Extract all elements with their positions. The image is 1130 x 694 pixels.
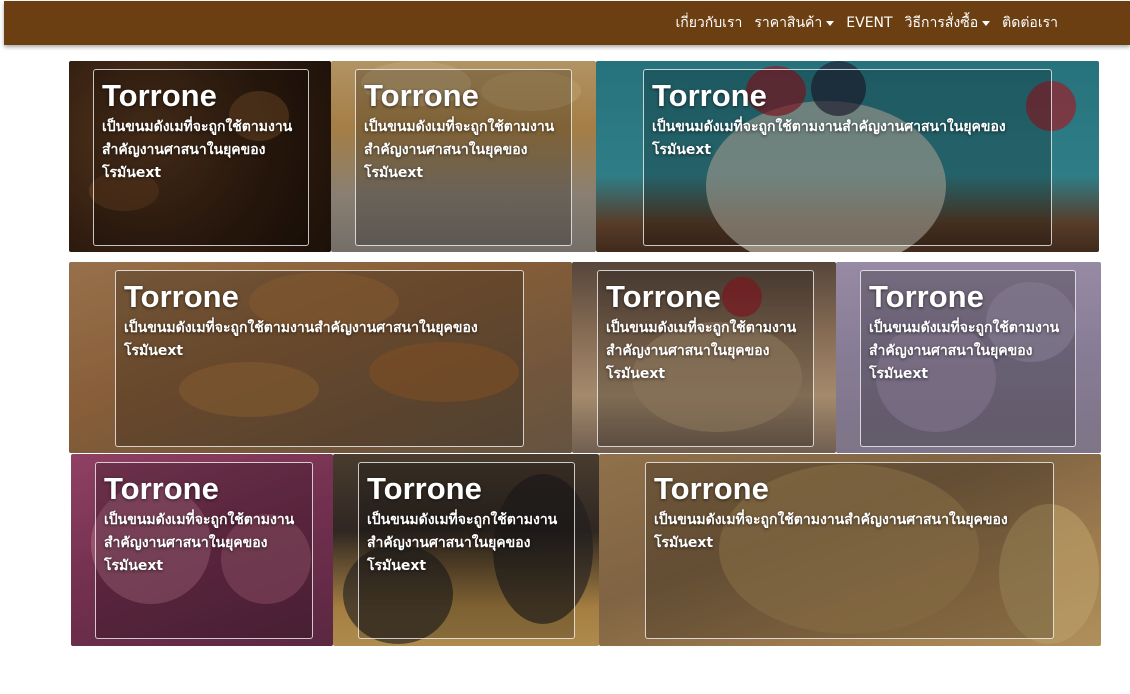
- tile-description: เป็นขนมดังเมที่จะถูกใช้ตามงานสำคัญงานศาส…: [102, 119, 293, 181]
- tile-title: Torrone: [124, 279, 239, 314]
- nav-item-prices[interactable]: ราคาสินค้า: [754, 12, 835, 34]
- nav-item-about[interactable]: เกี่ยวกับเรา: [675, 12, 742, 34]
- tile-title: Torrone: [104, 471, 219, 506]
- product-tile-bread-rolls[interactable]: Torrone เป็นขนมดังเมที่จะถูกใช้ตามงานสำค…: [331, 61, 596, 252]
- product-tile-berry-yogurt[interactable]: Torrone เป็นขนมดังเมที่จะถูกใช้ตามงานสำค…: [596, 61, 1099, 252]
- top-navbar: เกี่ยวกับเรา ราคาสินค้า EVENT วิธีการสั่…: [4, 1, 1130, 45]
- tile-description: เป็นขนมดังเมที่จะถูกใช้ตามงานสำคัญงานศาส…: [367, 512, 558, 574]
- tile-title: Torrone: [869, 279, 984, 314]
- tile-title: Torrone: [654, 471, 769, 506]
- tile-caption: Torrone เป็นขนมดังเมที่จะถูกใช้ตามงานสำค…: [95, 462, 313, 639]
- nav-item-label: ราคาสินค้า: [754, 15, 823, 31]
- product-tile-colomba-cake[interactable]: Torrone เป็นขนมดังเมที่จะถูกใช้ตามงานสำค…: [599, 454, 1101, 646]
- product-tile-pink-pastry[interactable]: Torrone เป็นขนมดังเมที่จะถูกใช้ตามงานสำค…: [71, 454, 333, 646]
- tile-title: Torrone: [364, 78, 479, 113]
- tile-title: Torrone: [102, 78, 217, 113]
- tile-description: เป็นขนมดังเมที่จะถูกใช้ตามงานสำคัญงานศาส…: [364, 119, 555, 181]
- nav-menu: เกี่ยวกับเรา ราคาสินค้า EVENT วิธีการสั่…: [675, 1, 1058, 45]
- tile-caption: Torrone เป็นขนมดังเมที่จะถูกใช้ตามงานสำค…: [643, 69, 1052, 246]
- product-tile-ice-cream[interactable]: Torrone เป็นขนมดังเมที่จะถูกใช้ตามงานสำค…: [836, 262, 1101, 453]
- product-tile-cookie-jars[interactable]: Torrone เป็นขนมดังเมที่จะถูกใช้ตามงานสำค…: [333, 454, 599, 646]
- tile-caption: Torrone เป็นขนมดังเมที่จะถูกใช้ตามงานสำค…: [93, 69, 309, 246]
- tile-description: เป็นขนมดังเมที่จะถูกใช้ตามงานสำคัญงานศาส…: [606, 320, 797, 382]
- tile-title: Torrone: [606, 279, 721, 314]
- tile-description: เป็นขนมดังเมที่จะถูกใช้ตามงานสำคัญงานศาส…: [124, 320, 478, 359]
- tile-caption: Torrone เป็นขนมดังเมที่จะถูกใช้ตามงานสำค…: [115, 270, 524, 447]
- nav-item-label: EVENT: [846, 15, 893, 31]
- caret-down-icon: [826, 20, 835, 26]
- nav-item-event[interactable]: EVENT: [846, 15, 892, 31]
- tile-description: เป็นขนมดังเมที่จะถูกใช้ตามงานสำคัญงานศาส…: [652, 119, 1006, 158]
- nav-item-label: เกี่ยวกับเรา: [675, 15, 743, 31]
- product-tile-cannoli[interactable]: Torrone เป็นขนมดังเมที่จะถูกใช้ตามงานสำค…: [69, 262, 572, 453]
- nav-item-label: วิธีการสั่งซื้อ: [904, 15, 979, 31]
- nav-item-how-to-order[interactable]: วิธีการสั่งซื้อ: [905, 12, 991, 34]
- tile-description: เป็นขนมดังเมที่จะถูกใช้ตามงานสำคัญงานศาส…: [869, 320, 1060, 382]
- tile-caption: Torrone เป็นขนมดังเมที่จะถูกใช้ตามงานสำค…: [860, 270, 1076, 447]
- tile-title: Torrone: [367, 471, 482, 506]
- caret-down-icon: [982, 20, 991, 26]
- tile-description: เป็นขนมดังเมที่จะถูกใช้ตามงานสำคัญงานศาส…: [654, 512, 1008, 551]
- product-tile-tiramisu[interactable]: Torrone เป็นขนมดังเมที่จะถูกใช้ตามงานสำค…: [572, 262, 836, 453]
- nav-item-contact[interactable]: ติดต่อเรา: [1002, 12, 1058, 34]
- tile-title: Torrone: [652, 78, 767, 113]
- tile-caption: Torrone เป็นขนมดังเมที่จะถูกใช้ตามงานสำค…: [597, 270, 814, 447]
- tile-description: เป็นขนมดังเมที่จะถูกใช้ตามงานสำคัญงานศาส…: [104, 512, 295, 574]
- tile-caption: Torrone เป็นขนมดังเมที่จะถูกใช้ตามงานสำค…: [645, 462, 1054, 639]
- product-tile-chocolates[interactable]: Torrone เป็นขนมดังเมที่จะถูกใช้ตามงานสำค…: [69, 61, 331, 252]
- tile-caption: Torrone เป็นขนมดังเมที่จะถูกใช้ตามงานสำค…: [358, 462, 575, 639]
- tile-caption: Torrone เป็นขนมดังเมที่จะถูกใช้ตามงานสำค…: [355, 69, 572, 246]
- nav-item-label: ติดต่อเรา: [1002, 15, 1058, 31]
